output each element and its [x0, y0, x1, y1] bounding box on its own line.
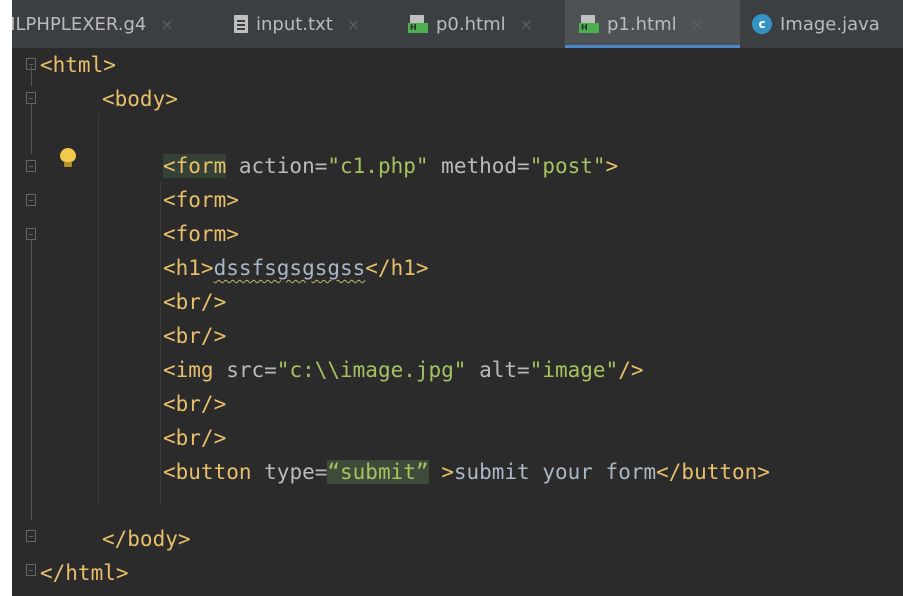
fold-marker-icon[interactable]	[26, 530, 36, 542]
tab-image-java[interactable]: c Image.java	[752, 0, 903, 48]
br-tag: <br/>	[163, 324, 227, 348]
tab-label: p1.html	[607, 13, 677, 35]
h1-open-tag: <h1>	[163, 256, 214, 280]
tab-label: Image.java	[780, 13, 880, 35]
code-line-1: <html>	[40, 48, 116, 82]
indent-guide	[160, 182, 161, 506]
attr-alt: alt=	[466, 358, 530, 382]
html-open-tag: <html>	[40, 53, 116, 77]
attr-src: src=	[213, 358, 277, 382]
value-alt: "image"	[529, 358, 619, 382]
form-tag: <form>	[163, 188, 239, 212]
fold-marker-icon[interactable]	[26, 92, 36, 104]
fold-marker-icon[interactable]	[26, 58, 36, 70]
fold-marker-icon[interactable]	[26, 160, 36, 172]
text-file-icon	[234, 15, 248, 33]
html-close-tag: </html>	[40, 561, 129, 585]
html-file-icon-badge: H	[579, 23, 599, 33]
br-tag: <br/>	[163, 426, 227, 450]
h1-close-tag: </h1>	[365, 256, 429, 280]
body-close-tag: </body>	[102, 527, 191, 551]
button-tag-close-bracket: >	[441, 460, 454, 484]
fold-marker-icon[interactable]	[26, 194, 36, 206]
html-file-icon: H	[579, 15, 599, 33]
tab-p0-html[interactable]: H p0.html ×	[408, 0, 558, 48]
tab-input-txt[interactable]: input.txt ×	[234, 0, 384, 48]
java-class-icon: c	[752, 14, 772, 34]
br-tag: <br/>	[163, 290, 227, 314]
form-tag: <form>	[163, 222, 239, 246]
h1-content: dssfsgsgsgss	[213, 256, 366, 280]
close-icon[interactable]: ×	[347, 15, 360, 34]
lightbulb-icon[interactable]	[60, 148, 76, 168]
lightbulb-glass	[60, 148, 76, 162]
img-tag-close: />	[618, 358, 644, 382]
attr-type: type=	[251, 460, 328, 484]
attr-method: method=	[428, 154, 530, 178]
tab-label: input.txt	[256, 13, 333, 35]
fold-line	[31, 240, 32, 520]
code-line-11: <br/>	[163, 387, 226, 421]
code-editor[interactable]: <html> <body> <form action="c1.php" meth…	[0, 48, 903, 596]
tab-mlphplexer[interactable]: MLPHPLEXER.g4 ×	[0, 0, 220, 48]
code-line-12: <br/>	[163, 421, 226, 455]
code-line-13: <button type=“submit” >submit your form<…	[163, 455, 770, 489]
tab-label: p0.html	[436, 13, 506, 35]
code-line-16: </html>	[40, 556, 129, 590]
img-tag-open: <img	[163, 358, 214, 382]
fold-marker-icon[interactable]	[26, 564, 36, 576]
code-line-10: <img src="c:\\image.jpg" alt="image"/>	[163, 353, 643, 387]
code-line-8: <br/>	[163, 285, 226, 319]
lightbulb-base	[64, 162, 72, 167]
screenshot-frame-left	[0, 0, 12, 596]
value-method: "post"	[529, 154, 606, 178]
br-tag: <br/>	[163, 392, 227, 416]
value-src: "c:\\image.jpg"	[276, 358, 467, 382]
code-line-15: </body>	[102, 522, 191, 556]
editor-gutter	[12, 48, 100, 596]
close-icon[interactable]: ×	[691, 15, 704, 34]
button-close-tag: </button>	[656, 460, 770, 484]
ide-window: MLPHPLEXER.g4 × input.txt × H p0.html × …	[0, 0, 903, 596]
fold-line	[31, 104, 32, 154]
code-line-4: <form action="c1.php" method="post">	[163, 149, 618, 183]
code-line-6: <form>	[163, 217, 239, 251]
button-tag-open: <button	[163, 460, 252, 484]
code-line-5: <form>	[163, 183, 239, 217]
value-action: "c1.php"	[327, 154, 429, 178]
close-icon[interactable]: ×	[520, 15, 533, 34]
body-open-tag: <body>	[102, 87, 178, 111]
attr-action: action=	[226, 154, 328, 178]
html-file-icon: H	[408, 15, 428, 33]
editor-tab-bar: MLPHPLEXER.g4 × input.txt × H p0.html × …	[0, 0, 903, 48]
form-tag-close-bracket: >	[605, 154, 619, 178]
button-content: submit your form	[453, 460, 657, 484]
tab-p1-html[interactable]: H p1.html ×	[565, 0, 740, 48]
tab-label: MLPHPLEXER.g4	[0, 13, 147, 35]
code-line-9: <br/>	[163, 319, 226, 353]
form-tag-open: <form	[163, 154, 227, 178]
html-file-icon-badge: H	[408, 23, 428, 33]
code-line-7: <h1>dssfsgsgsgss</h1>	[163, 251, 429, 285]
fold-marker-icon[interactable]	[26, 228, 36, 240]
value-type: “submit”	[327, 460, 429, 484]
close-icon[interactable]: ×	[160, 15, 173, 34]
code-line-2: <body>	[102, 82, 178, 116]
indent-guide	[98, 114, 99, 506]
